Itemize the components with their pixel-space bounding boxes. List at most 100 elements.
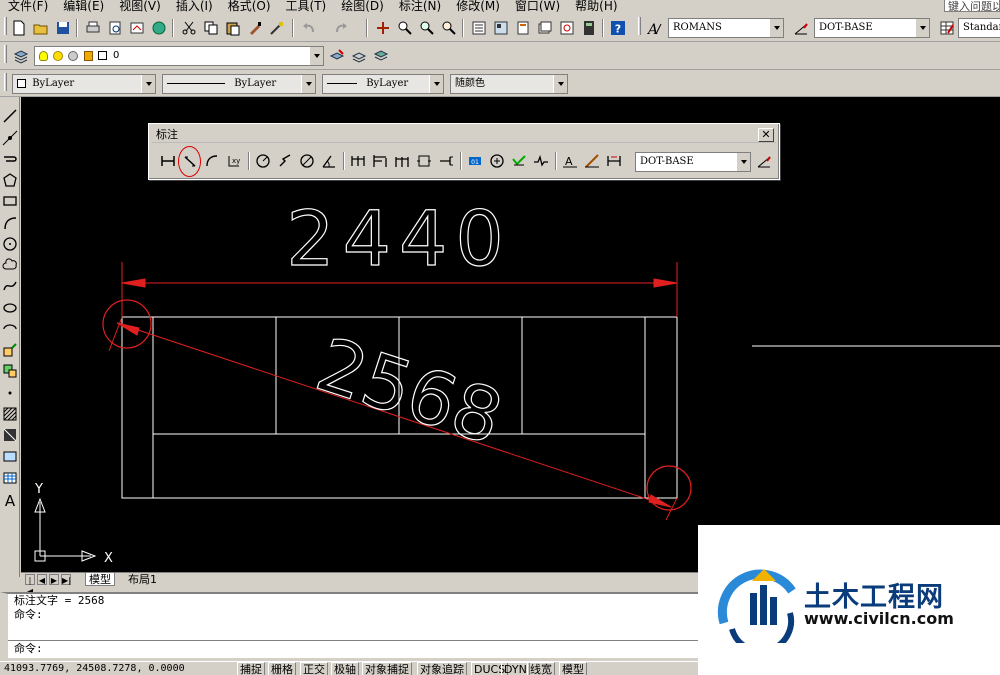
table-style-icon[interactable] <box>938 19 956 37</box>
chevron-down-icon[interactable] <box>309 47 324 65</box>
gradient-icon[interactable] <box>1 426 19 444</box>
sheet-set-icon[interactable] <box>536 19 554 37</box>
ortho-toggle[interactable]: 正交 <box>300 662 328 675</box>
text-style-combo[interactable]: ROMANS <box>668 18 784 38</box>
multiline-text-icon[interactable]: A <box>1 491 19 509</box>
rectangle-icon[interactable] <box>1 192 19 210</box>
circle-icon[interactable] <box>1 235 19 253</box>
linetype-combo[interactable]: ByLayer <box>162 74 316 94</box>
block-editor-icon[interactable] <box>268 19 286 37</box>
save-icon[interactable] <box>54 19 72 37</box>
lineweight-toggle[interactable]: 线宽 <box>527 662 555 675</box>
dyn-toggle[interactable]: DYN <box>501 662 530 675</box>
quick-leader-icon[interactable] <box>415 152 433 170</box>
layer-previous-icon[interactable] <box>350 47 368 65</box>
lineweight-combo[interactable]: ByLayer <box>322 74 444 94</box>
menu-help[interactable]: 帮助(H) <box>575 0 617 13</box>
polyline-icon[interactable] <box>1 150 19 168</box>
plotstyle-combo[interactable]: 随颜色 <box>450 74 568 94</box>
dimension-style-combo[interactable]: DOT-BASE <box>814 18 930 38</box>
dimension-style-manager-icon[interactable] <box>755 152 773 170</box>
menu-file[interactable]: 文件(F) <box>8 0 48 13</box>
color-combo[interactable]: ByLayer <box>12 74 156 94</box>
last-tab-icon[interactable]: ▶| <box>61 574 71 585</box>
table-icon[interactable] <box>1 469 19 487</box>
undo-icon[interactable] <box>300 19 318 37</box>
dimension-toolbar[interactable]: 标注 ✕ xy 01 A DOT-BASE <box>148 123 780 180</box>
dimension-toolbar-title[interactable]: 标注 ✕ <box>152 127 776 143</box>
center-mark-icon[interactable]: 01 <box>466 152 484 170</box>
chevron-down-icon[interactable] <box>915 19 930 37</box>
point-icon[interactable] <box>1 384 19 402</box>
help-search-input[interactable]: 键入问题以 <box>944 0 1000 12</box>
model-toggle[interactable]: 模型 <box>559 662 587 675</box>
radius-dimension-icon[interactable] <box>254 152 272 170</box>
print-icon[interactable] <box>84 19 102 37</box>
web-publish-icon[interactable] <box>150 19 168 37</box>
pan-icon[interactable] <box>374 19 392 37</box>
command-input[interactable]: 命令: <box>8 640 698 656</box>
jogged-dimension-icon[interactable] <box>276 152 294 170</box>
dimension-text-edit-icon[interactable] <box>583 152 601 170</box>
menu-edit[interactable]: 编辑(E) <box>63 0 104 13</box>
layer-manager-icon[interactable] <box>12 47 30 65</box>
angular-dimension-icon[interactable] <box>320 152 338 170</box>
publish-icon[interactable] <box>128 19 146 37</box>
zoom-realtime-icon[interactable] <box>396 19 414 37</box>
dimension-text-horizontal[interactable]: 2440 <box>286 193 511 283</box>
dimension-style-icon[interactable] <box>792 19 810 37</box>
help-icon[interactable]: ? <box>609 19 627 37</box>
line-icon[interactable] <box>1 107 19 125</box>
menu-modify[interactable]: 修改(M) <box>456 0 500 13</box>
tab-layout1[interactable]: 布局1 <box>125 573 160 586</box>
menu-window[interactable]: 窗口(W) <box>515 0 560 13</box>
center-mark-circle-icon[interactable] <box>488 152 506 170</box>
insert-block-icon[interactable] <box>1 341 19 359</box>
jogged-linear-icon[interactable] <box>532 152 550 170</box>
region-icon[interactable] <box>1 447 19 465</box>
ellipse-arc-icon[interactable] <box>1 320 19 338</box>
otrack-toggle[interactable]: 对象追踪 <box>417 662 467 675</box>
inspection-icon[interactable] <box>510 152 528 170</box>
close-icon[interactable]: ✕ <box>758 128 774 142</box>
chevron-down-icon[interactable] <box>141 75 156 93</box>
print-preview-icon[interactable] <box>106 19 124 37</box>
toolbar-grip[interactable] <box>638 17 641 35</box>
osnap-toggle[interactable]: 对象捕捉 <box>362 662 412 675</box>
table-style-combo[interactable]: Standard <box>958 18 1000 38</box>
dimension-style-combo-float[interactable]: DOT-BASE <box>635 152 751 172</box>
calculator-icon[interactable] <box>580 19 598 37</box>
construction-line-icon[interactable] <box>1 129 19 147</box>
tolerance-icon[interactable] <box>437 152 455 170</box>
menu-view[interactable]: 视图(V) <box>119 0 161 13</box>
polar-toggle[interactable]: 极轴 <box>331 662 359 675</box>
redo-icon[interactable] <box>332 19 350 37</box>
diameter-dimension-icon[interactable] <box>298 152 316 170</box>
toolbar-grip[interactable] <box>4 17 7 35</box>
quick-dimension-icon[interactable] <box>349 152 367 170</box>
chevron-down-icon[interactable] <box>429 75 444 93</box>
tool-palettes-icon[interactable] <box>514 19 532 37</box>
menu-tools[interactable]: 工具(T) <box>286 0 327 13</box>
ordinate-dimension-icon[interactable]: xy <box>225 152 243 170</box>
dimension-text-aligned[interactable]: 2568 <box>306 321 513 462</box>
arc-icon[interactable] <box>1 214 19 232</box>
copy-icon[interactable] <box>202 19 220 37</box>
text-style-icon[interactable]: A <box>646 19 664 37</box>
zoom-previous-icon[interactable] <box>440 19 458 37</box>
toolbar-grip[interactable] <box>4 45 7 63</box>
linear-dimension-icon[interactable] <box>159 152 177 170</box>
make-block-icon[interactable] <box>1 362 19 380</box>
layer-combo[interactable]: 0 <box>34 46 324 66</box>
make-layer-current-icon[interactable] <box>328 47 346 65</box>
ellipse-icon[interactable] <box>1 299 19 317</box>
chevron-down-icon[interactable] <box>736 153 751 171</box>
match-properties-icon[interactable] <box>246 19 264 37</box>
properties-icon[interactable] <box>470 19 488 37</box>
chevron-down-icon[interactable] <box>301 75 316 93</box>
prev-tab-icon[interactable]: ◀ <box>37 574 47 585</box>
baseline-dimension-icon[interactable] <box>371 152 389 170</box>
spline-icon[interactable] <box>1 277 19 295</box>
arc-length-icon[interactable] <box>203 152 221 170</box>
dimension-edit-icon[interactable]: A <box>561 152 579 170</box>
